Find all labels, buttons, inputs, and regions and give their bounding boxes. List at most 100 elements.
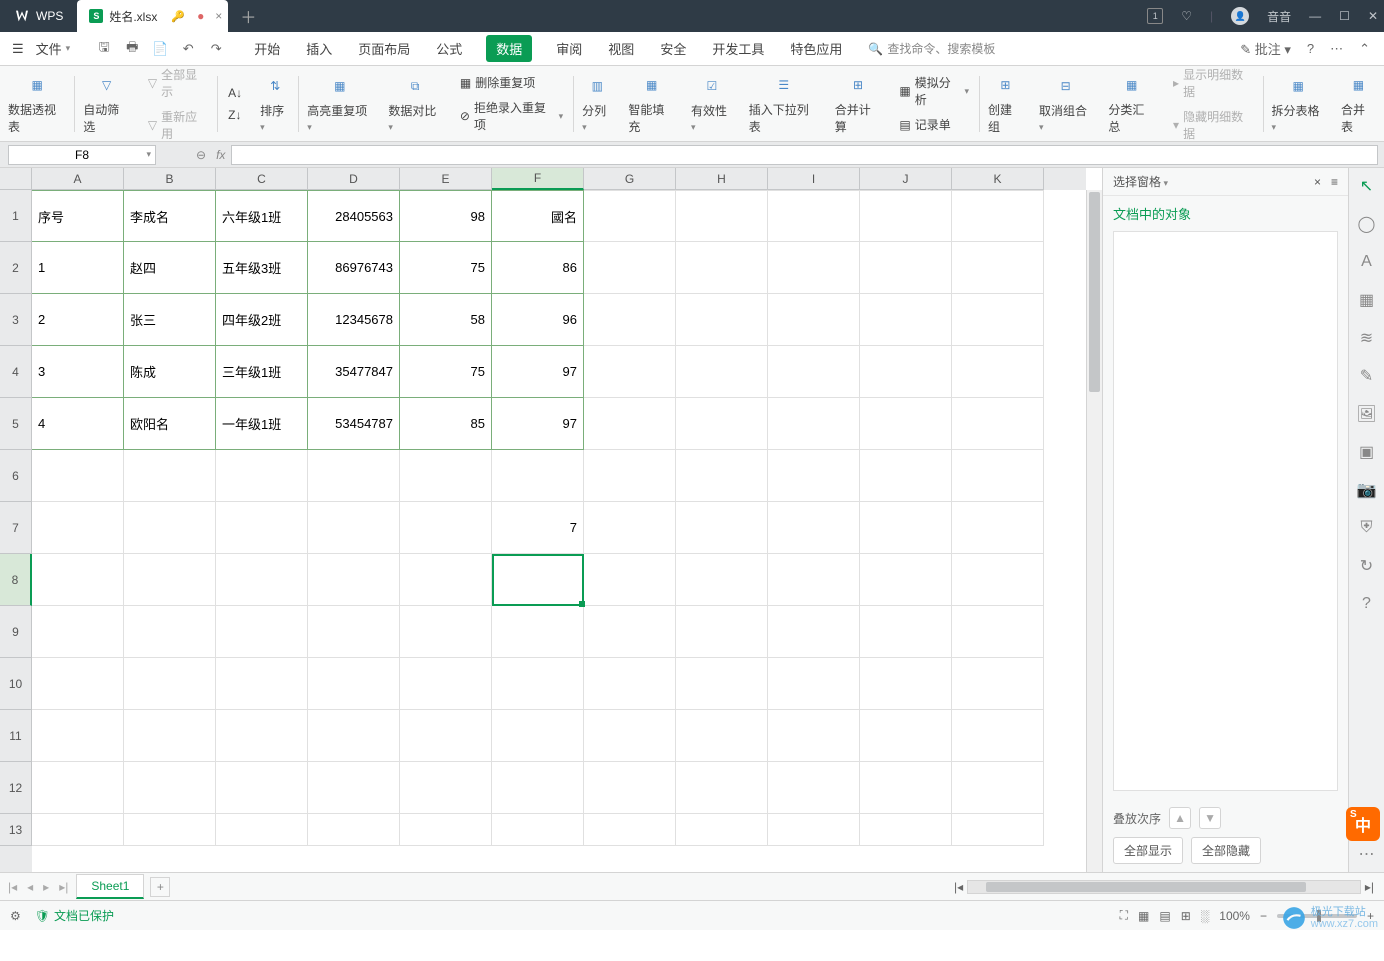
highlight-dup-button[interactable]: ▦ 高亮重复项 (299, 70, 380, 137)
cell[interactable]: 75 (400, 346, 492, 398)
cursor-icon[interactable]: ↖ (1357, 176, 1377, 196)
font-icon[interactable]: A (1357, 252, 1377, 272)
name-box[interactable]: F8 (8, 145, 156, 165)
cell[interactable]: 75 (400, 242, 492, 294)
view-normal-icon[interactable]: ▦ (1138, 909, 1149, 923)
close-window-button[interactable]: ✕ (1368, 9, 1378, 23)
row-headers[interactable]: 1 2 3 4 5 6 7 8 9 10 11 12 13 (0, 190, 32, 872)
collapse-ribbon-icon[interactable]: ⌃ (1359, 41, 1370, 57)
col-header[interactable]: C (216, 168, 308, 190)
command-search[interactable]: 🔍 查找命令、搜索模板 (868, 40, 995, 57)
row-header[interactable]: 1 (0, 190, 32, 242)
cell[interactable]: 97 (492, 398, 584, 450)
objects-list[interactable] (1113, 231, 1338, 791)
row-header[interactable]: 7 (0, 502, 32, 554)
print-icon[interactable]: 🖶 (124, 41, 140, 57)
file-menu[interactable]: 文件▾ (28, 35, 79, 62)
col-header[interactable]: F (492, 168, 584, 190)
whatif-button[interactable]: ▦模拟分析 (895, 72, 973, 110)
autofilter-button[interactable]: ▽ 自动筛选 (75, 69, 138, 139)
cell[interactable]: 85 (400, 398, 492, 450)
col-header[interactable]: I (768, 168, 860, 190)
subtotal-button[interactable]: ▦ 分类汇总 (1100, 69, 1163, 139)
sheet-tab[interactable]: Sheet1 (76, 874, 144, 899)
row-header[interactable]: 4 (0, 346, 32, 398)
scroll-thumb[interactable] (1089, 192, 1100, 392)
ime-badge[interactable]: S中 (1346, 807, 1380, 841)
cell[interactable]: 张三 (124, 294, 216, 346)
document-tab[interactable]: S 姓名.xlsx 🔑 ● × (77, 0, 228, 32)
text-to-columns-button[interactable]: ▥ 分列 (574, 70, 620, 137)
history-icon[interactable]: ↻ (1357, 556, 1377, 576)
row-header[interactable]: 11 (0, 710, 32, 762)
hide-all-button[interactable]: 全部隐藏 (1191, 837, 1261, 864)
undo-icon[interactable]: ↶ (180, 41, 196, 57)
remove-dup-button[interactable]: ▦删除重复项 (456, 72, 567, 93)
row-header[interactable]: 2 (0, 242, 32, 294)
row-header[interactable]: 9 (0, 606, 32, 658)
col-header[interactable]: E (400, 168, 492, 190)
hscroll-thumb[interactable] (986, 882, 1306, 892)
row-header[interactable]: 12 (0, 762, 32, 814)
minimize-button[interactable]: — (1309, 9, 1321, 23)
horizontal-scrollbar[interactable] (967, 880, 1361, 894)
shape-icon[interactable]: ◯ (1357, 214, 1377, 234)
layout-icon[interactable]: ▣ (1357, 442, 1377, 462)
reapply-button[interactable]: ▽重新应用 (144, 106, 211, 144)
sort-button[interactable]: ⇅ 排序 (252, 70, 298, 137)
cell[interactable]: 三年级1班 (216, 346, 308, 398)
protect-label[interactable]: 文档已保护 (54, 907, 114, 924)
tab-special[interactable]: 特色应用 (788, 35, 844, 62)
col-header[interactable]: A (32, 168, 124, 190)
sort-asc-icon[interactable]: A↓ (224, 84, 246, 102)
smart-fill-button[interactable]: ▦ 智能填充 (620, 69, 683, 139)
vertical-scrollbar[interactable] (1086, 190, 1102, 872)
insert-dropdown-button[interactable]: ☰ 插入下拉列表 (741, 69, 827, 139)
fullscreen-icon[interactable]: ⛶ (1120, 908, 1128, 923)
sort-desc-icon[interactable]: Z↓ (224, 106, 246, 124)
row-header[interactable]: 10 (0, 658, 32, 710)
notification-badge[interactable]: 1 (1147, 8, 1163, 24)
cell[interactable]: 四年级2班 (216, 294, 308, 346)
more-rail-icon[interactable]: ⋯ (1357, 844, 1377, 864)
close-pane-icon[interactable]: × (1314, 175, 1321, 189)
reading-mode-icon[interactable]: ░ (1201, 909, 1210, 923)
cell[interactable]: 序号 (32, 190, 124, 242)
validation-button[interactable]: ☑ 有效性 (683, 70, 741, 137)
cell[interactable]: 53454787 (308, 398, 400, 450)
ungroup-button[interactable]: ⊟ 取消组合 (1031, 70, 1100, 137)
hscroll-left-icon[interactable]: |◂ (954, 880, 963, 894)
cell[interactable]: 國名 (492, 190, 584, 242)
menu-toggle-icon[interactable]: ☰ (12, 41, 24, 57)
hide-detail-button[interactable]: ▾隐藏明细数据 (1169, 106, 1256, 144)
user-avatar[interactable]: 👤 (1231, 7, 1249, 25)
tab-start[interactable]: 开始 (252, 35, 282, 62)
formula-input[interactable] (231, 145, 1378, 165)
prev-sheet-icon[interactable]: ◂ (27, 880, 33, 894)
tab-view[interactable]: 视图 (606, 35, 636, 62)
pane-menu-icon[interactable]: ≡ (1331, 175, 1338, 189)
cell[interactable]: 58 (400, 294, 492, 346)
sheet-area[interactable]: A B C D E F G H I J K 1 2 3 4 5 6 7 8 9 … (0, 168, 1102, 872)
app-logo[interactable]: WPS (0, 0, 77, 32)
help-rail-icon[interactable]: ? (1357, 594, 1377, 614)
cell[interactable]: 赵四 (124, 242, 216, 294)
add-tab-button[interactable]: ＋ (240, 4, 256, 28)
row-header[interactable]: 6 (0, 450, 32, 502)
table-icon[interactable]: ▦ (1357, 290, 1377, 310)
row-header[interactable]: 3 (0, 294, 32, 346)
help-icon[interactable]: ? (1307, 41, 1314, 56)
col-header[interactable]: G (584, 168, 676, 190)
group-button[interactable]: ⊞ 创建组 (980, 69, 1031, 139)
row-header[interactable]: 5 (0, 398, 32, 450)
save-icon[interactable]: 🖫 (96, 41, 112, 57)
cell[interactable]: 五年级3班 (216, 242, 308, 294)
show-all-button[interactable]: ▽全部显示 (144, 64, 211, 102)
next-sheet-icon[interactable]: ▸ (43, 880, 49, 894)
view-page-icon[interactable]: ▤ (1159, 909, 1170, 923)
print-preview-icon[interactable]: 📄 (152, 41, 168, 57)
cell[interactable]: 98 (400, 190, 492, 242)
zoom-level[interactable]: 100% (1219, 909, 1250, 923)
zoom-out-icon[interactable]: − (1260, 909, 1267, 923)
hscroll-right-icon[interactable]: ▸| (1365, 880, 1374, 894)
